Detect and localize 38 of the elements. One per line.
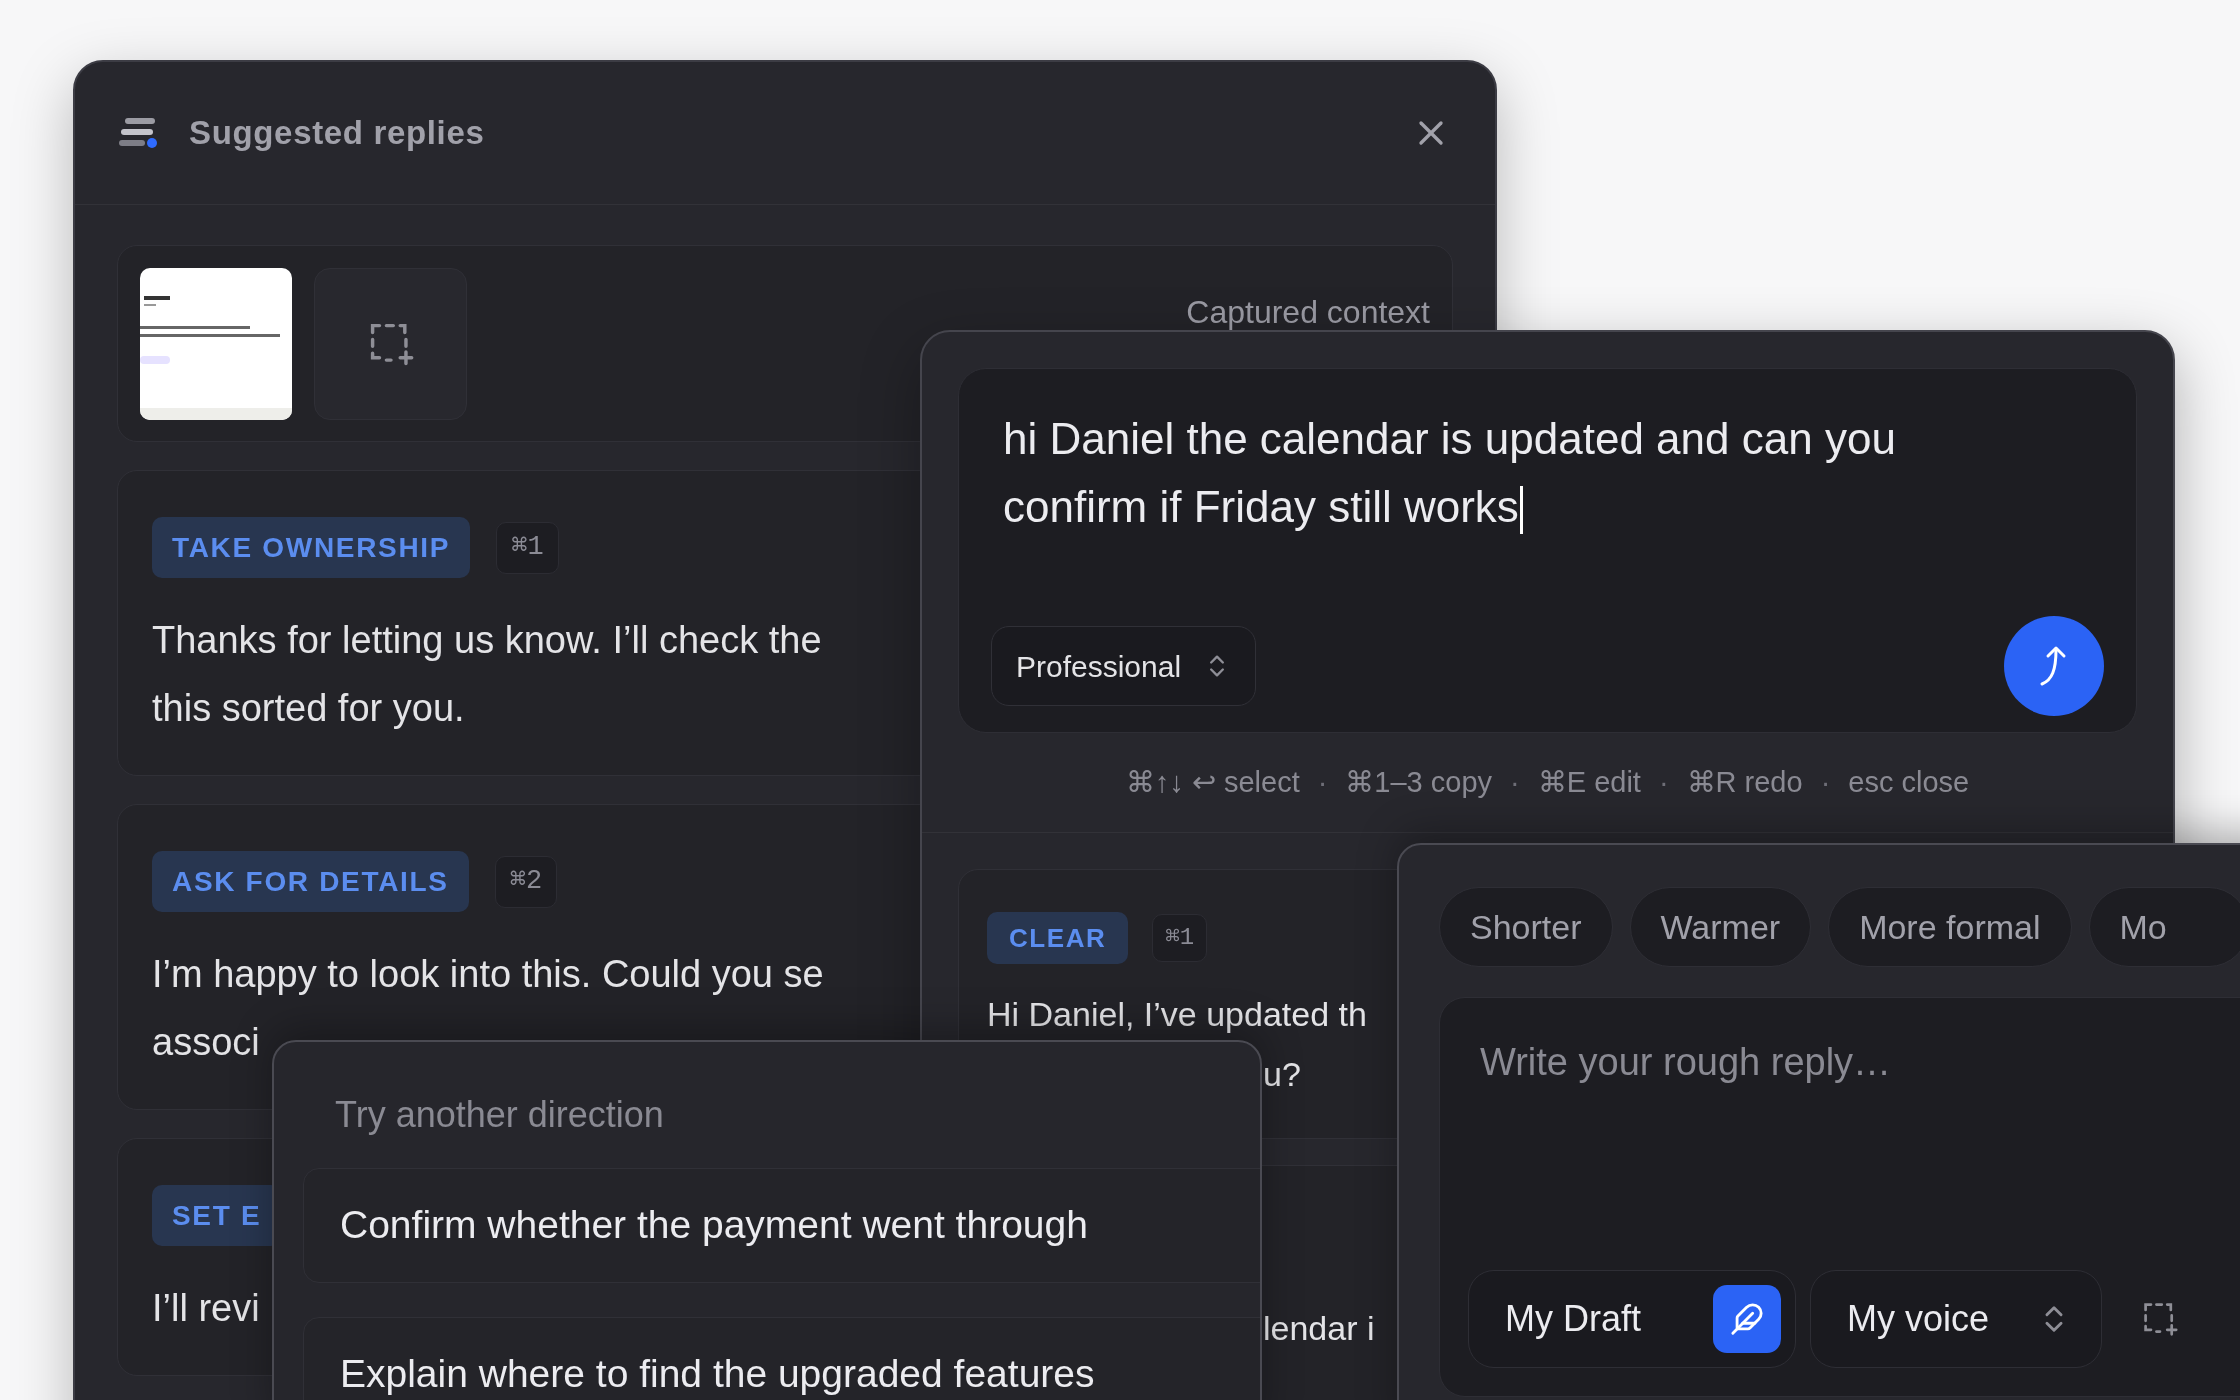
refine-chip[interactable]: Warmer [1629, 887, 1812, 967]
feather-icon [1730, 1302, 1764, 1336]
reply-tag: TAKE OWNERSHIP [152, 517, 471, 578]
reply-text: this sorted for you. [152, 686, 465, 731]
shortcut-key: ⌘2 [494, 855, 558, 908]
direction-option[interactable]: Explain where to find the upgraded features [303, 1317, 1260, 1400]
direction-option[interactable]: Confirm whether the payment went through [303, 1168, 1260, 1283]
reply-input[interactable]: Write your rough reply… [1480, 1034, 2180, 1154]
reply-text: Thanks for letting us know. I’ll check the [152, 618, 822, 663]
tone-dropdown[interactable]: Professional [991, 626, 1257, 706]
reply-text: I’ll revi [152, 1286, 260, 1331]
shortcut-hint: ⌘R redo [1686, 764, 1803, 800]
shortcut-hint: ⌘E edit [1537, 764, 1641, 800]
draft-mode-label: My Draft [1505, 1297, 1641, 1341]
hint-separator: · [1510, 764, 1520, 800]
refine-chip[interactable]: Mo [2088, 887, 2240, 967]
screenshot-thumbnail[interactable] [140, 268, 292, 420]
result-text: Hi Daniel, I’ve updated th [987, 994, 1367, 1035]
result-text: lendar i [1263, 1308, 1375, 1349]
shortcut-key: ⌘1 [496, 521, 559, 574]
context-label: Captured context [1186, 294, 1430, 332]
refine-chip[interactable]: Shorter [1439, 887, 1613, 967]
voice-dropdown[interactable]: My voice [1810, 1270, 2102, 1368]
feather-button[interactable] [1713, 1285, 1781, 1353]
screenshot-icon [2142, 1301, 2178, 1337]
result-text: u? [1263, 1054, 1301, 1095]
hint-separator: · [1658, 764, 1669, 800]
reply-tag: CLEAR [987, 912, 1129, 964]
shortcut-hint: esc close [1848, 764, 1970, 800]
reply-text: I’m happy to look into this. Could you se [152, 952, 824, 997]
reply-tag: ASK FOR DETAILS [152, 851, 469, 912]
draft-mode-pill[interactable]: My Draft [1468, 1270, 1796, 1368]
hint-separator: · [1820, 764, 1831, 800]
refine-chip[interactable]: More formal [1828, 887, 2072, 967]
logo-icon [119, 117, 159, 149]
shortcut-key: ⌘1 [1152, 914, 1208, 962]
reply-text: associ [152, 1020, 260, 1065]
window-title: Suggested replies [189, 113, 485, 154]
